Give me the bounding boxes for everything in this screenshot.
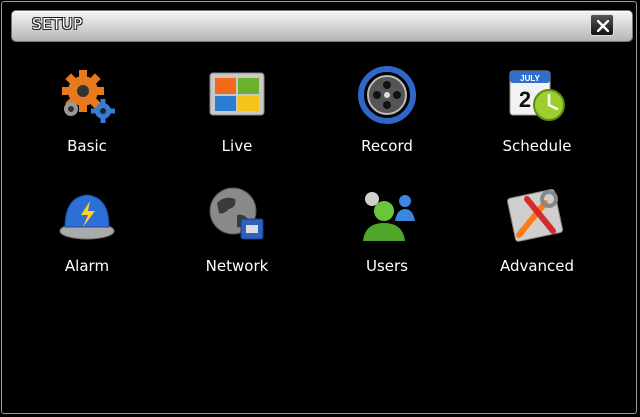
title-bar: SETUP — [12, 11, 632, 41]
menu-item-schedule[interactable]: JULY 2 Schedule — [472, 57, 602, 167]
menu-item-network[interactable]: Network — [172, 177, 302, 287]
setup-menu-grid: Basic Live Record JULY 2 Schedule Alarm … — [12, 57, 632, 307]
window-title: SETUP — [32, 15, 83, 33]
menu-item-advanced[interactable]: Advanced — [472, 177, 602, 287]
menu-item-label: Alarm — [64, 257, 110, 275]
users-icon — [363, 192, 415, 241]
menu-item-label: Users — [365, 257, 408, 275]
monitor-icon — [209, 72, 265, 116]
menu-item-record[interactable]: Record — [322, 57, 452, 167]
tools-icon — [507, 188, 564, 242]
menu-item-basic[interactable]: Basic — [22, 57, 152, 167]
close-icon — [597, 20, 609, 32]
gears-icon — [62, 70, 115, 123]
close-button[interactable] — [590, 14, 614, 36]
menu-item-live[interactable]: Live — [172, 57, 302, 167]
menu-item-label: Record — [361, 137, 413, 155]
setup-window: SETUP Basic Live Record JULY 2 Schedule … — [1, 1, 637, 414]
menu-item-label: Schedule — [502, 137, 572, 155]
menu-item-users[interactable]: Users — [322, 177, 452, 287]
calendar-month: JULY — [520, 74, 540, 83]
calendar-clock-icon: JULY 2 — [509, 70, 565, 121]
menu-item-label: Live — [221, 137, 253, 155]
alarm-bell-icon — [59, 194, 115, 240]
calendar-day: 2 — [519, 87, 531, 112]
menu-item-label: Network — [205, 257, 269, 275]
film-reel-icon — [358, 66, 416, 124]
menu-item-label: Basic — [67, 137, 107, 155]
globe-network-icon — [209, 187, 264, 240]
menu-item-label: Advanced — [499, 257, 575, 275]
menu-item-alarm[interactable]: Alarm — [22, 177, 152, 287]
